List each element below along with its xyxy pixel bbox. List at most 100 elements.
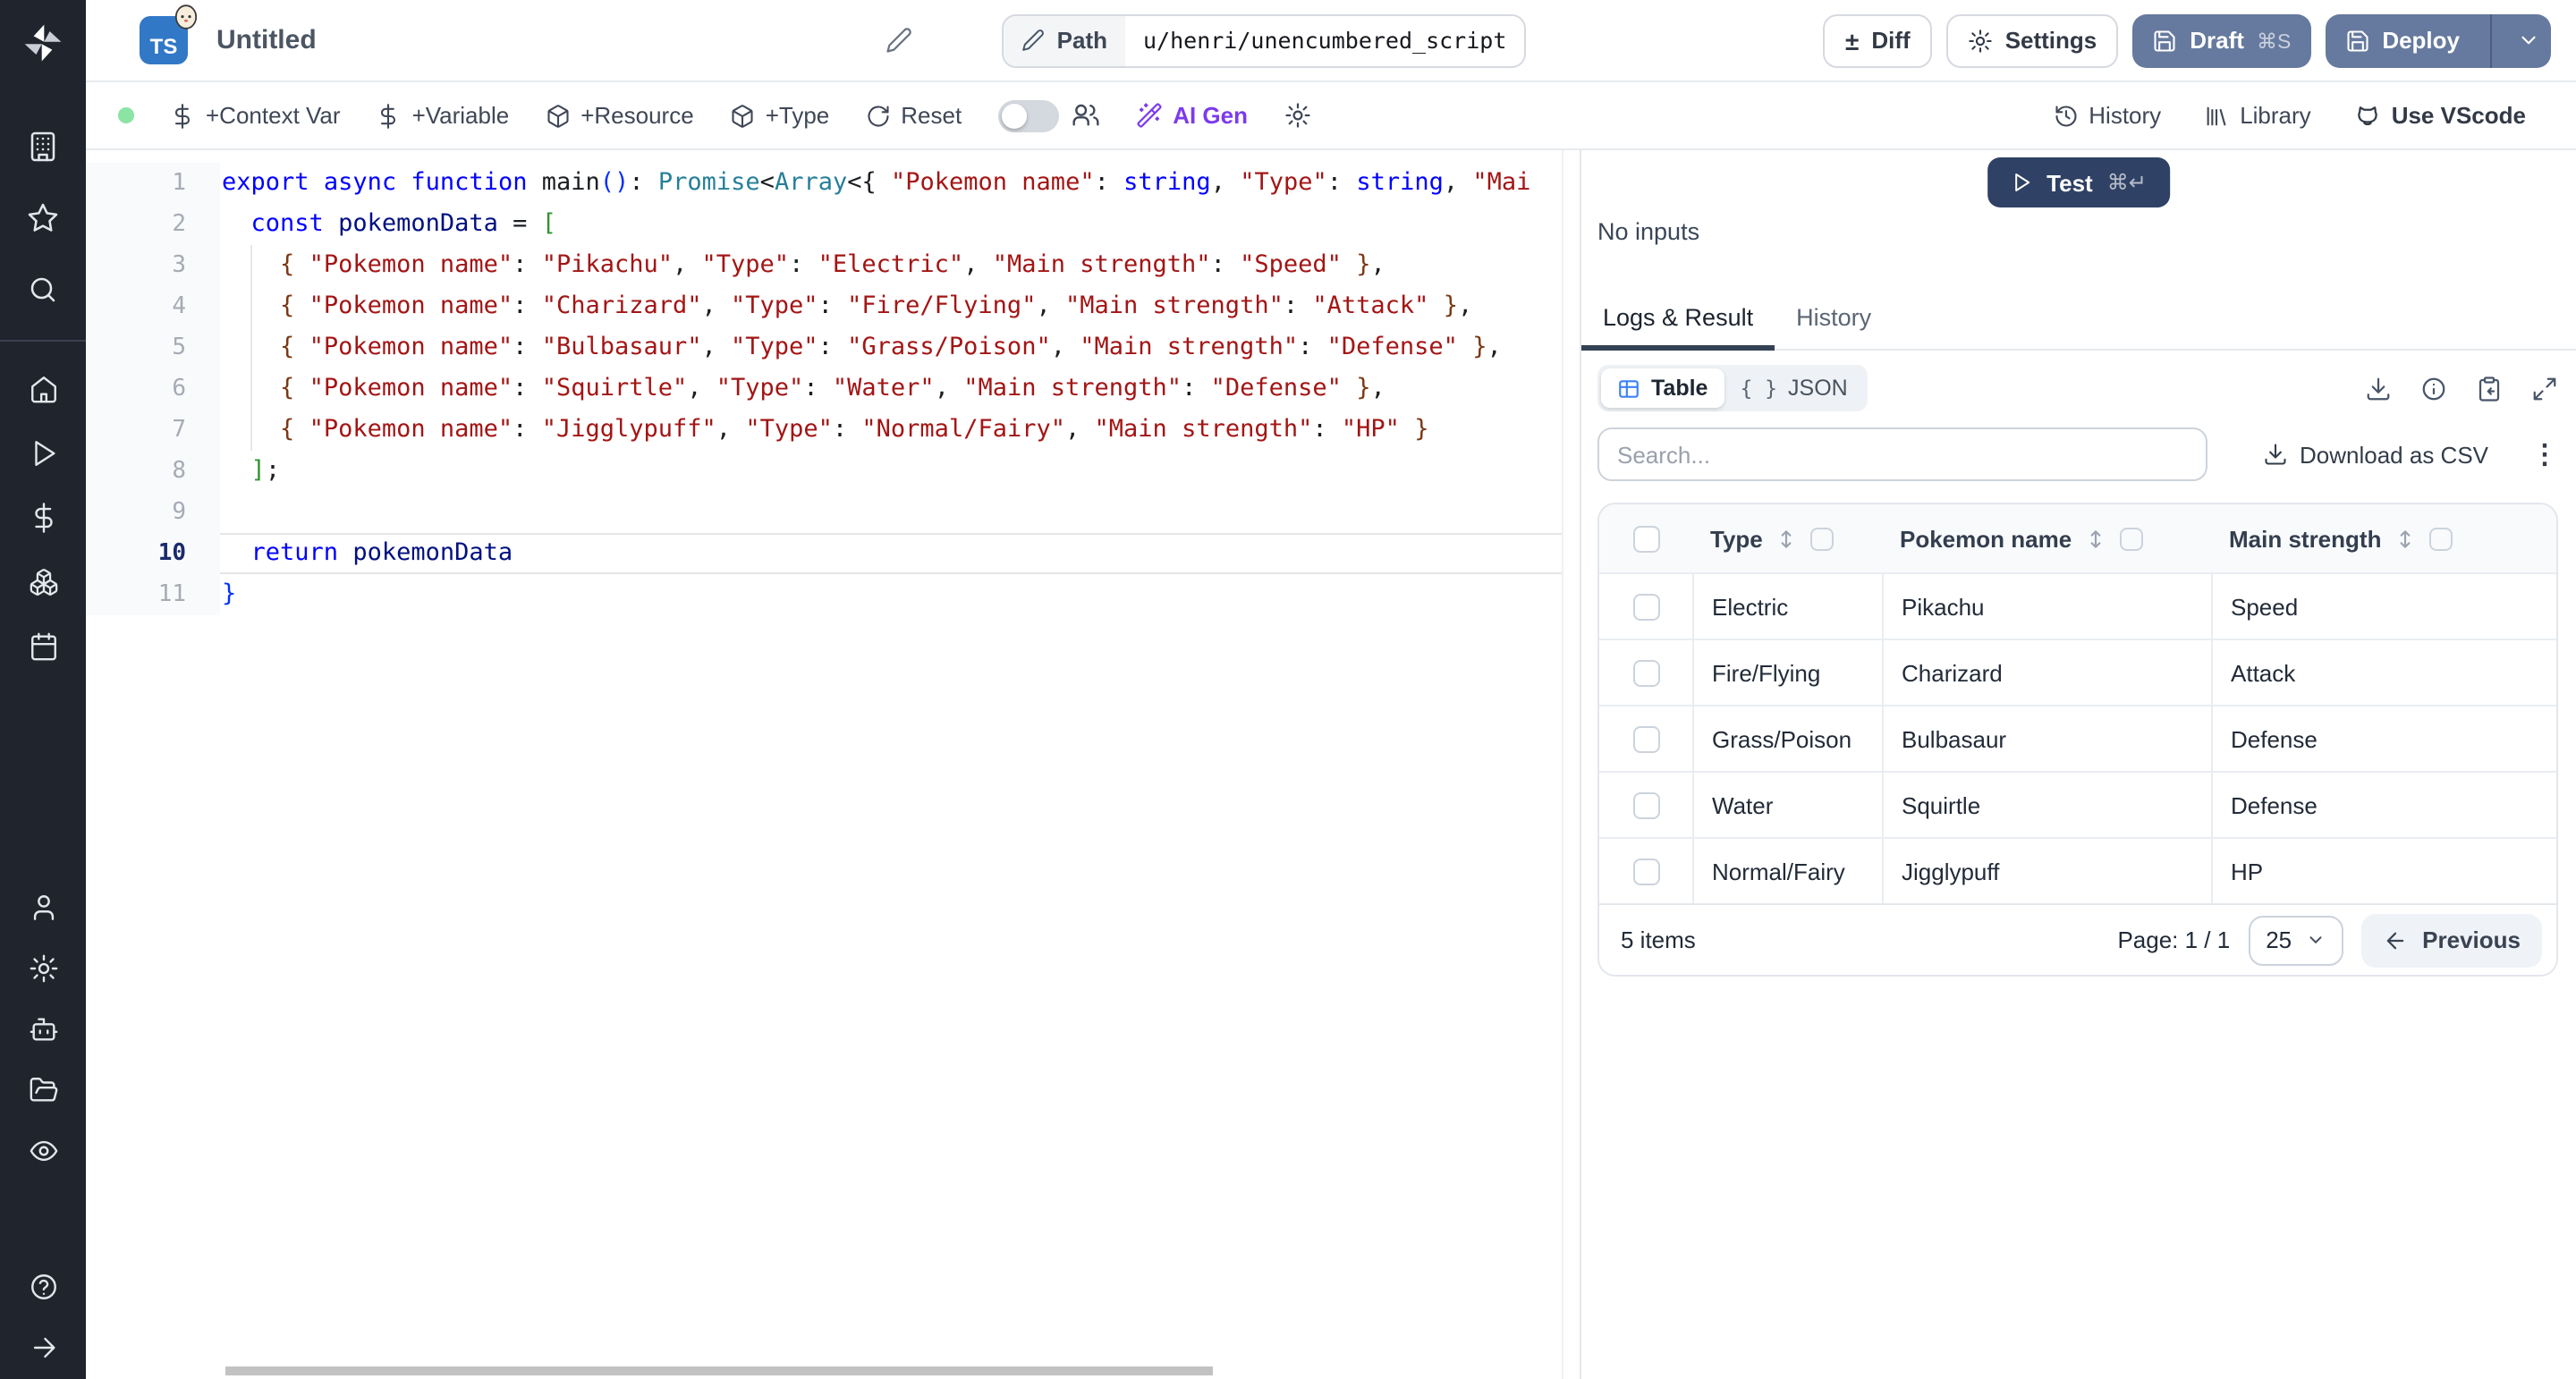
help-icon[interactable] xyxy=(18,1261,68,1311)
table-row[interactable]: WaterSquirtleDefense xyxy=(1599,771,2556,837)
library-button[interactable]: Library xyxy=(2204,102,2311,129)
table-cell: Fire/Flying xyxy=(1692,640,1882,705)
favorites-star-icon[interactable] xyxy=(18,193,68,243)
path-pill[interactable]: Path u/henri/unencumbered_script xyxy=(1002,13,1527,67)
code-line-content: { "Pokemon name": "Bulbasaur", "Type": "… xyxy=(220,327,1580,368)
horizontal-scrollbar[interactable] xyxy=(225,1366,1213,1375)
settings-button[interactable]: Settings xyxy=(1946,13,2119,67)
table-row[interactable]: Grass/PoisonBulbasaurDefense xyxy=(1599,705,2556,771)
code-line-6[interactable]: 6 { "Pokemon name": "Squirtle", "Type": … xyxy=(86,368,1580,410)
deploy-dropdown-button[interactable] xyxy=(2504,13,2551,67)
add-type-button[interactable]: +Type xyxy=(730,102,830,129)
select-all-checkbox[interactable] xyxy=(1632,525,1659,552)
view-table-segment[interactable]: Table xyxy=(1601,368,1724,408)
page-size-select[interactable]: 25 xyxy=(2248,915,2343,965)
column-header[interactable]: Pokemon name xyxy=(1882,525,2211,552)
row-checkbox[interactable] xyxy=(1632,593,1659,620)
table-row[interactable]: ElectricPikachuSpeed xyxy=(1599,572,2556,639)
add-resource-button[interactable]: +Resource xyxy=(545,102,693,129)
column-header-label: Type xyxy=(1710,525,1763,552)
code-line-1[interactable]: 1export async function main(): Promise<A… xyxy=(86,163,1580,204)
use-vscode-button[interactable]: Use VScode xyxy=(2354,102,2526,129)
column-filter-toggle[interactable] xyxy=(2429,527,2453,550)
pencil-icon xyxy=(1021,29,1045,52)
audit-logs-eye-icon[interactable] xyxy=(18,1125,68,1175)
table-menu-kebab-button[interactable]: ⋮ xyxy=(2531,441,2558,468)
script-emoji xyxy=(172,2,200,30)
expand-sidebar-arrow-icon[interactable] xyxy=(18,1322,68,1372)
variables-dollar-icon[interactable] xyxy=(18,492,68,542)
code-line-9[interactable]: 9 xyxy=(86,492,1580,533)
table-cell: Grass/Poison xyxy=(1692,706,1882,771)
pencil-icon xyxy=(886,27,912,54)
column-filter-toggle[interactable] xyxy=(1811,527,1835,550)
table-cell: Speed xyxy=(2211,574,2556,639)
code-line-3[interactable]: 3 { "Pokemon name": "Pikachu", "Type": "… xyxy=(86,245,1580,286)
sort-icon[interactable] xyxy=(1775,527,1799,550)
tab-history[interactable]: History xyxy=(1775,290,1893,351)
search-icon[interactable] xyxy=(18,265,68,315)
code-line-10[interactable]: 10 return pokemonData xyxy=(86,533,1580,574)
view-json-segment[interactable]: { } JSON xyxy=(1724,368,1863,408)
deploy-main[interactable]: Deploy xyxy=(2325,13,2478,67)
add-context-var-button[interactable]: +Context Var xyxy=(170,102,341,129)
resources-boxes-icon[interactable] xyxy=(18,556,68,606)
code-line-4[interactable]: 4 { "Pokemon name": "Charizard", "Type":… xyxy=(86,286,1580,327)
ai-gen-button[interactable]: AI Gen xyxy=(1135,102,1248,129)
sort-icon[interactable] xyxy=(2084,527,2107,550)
windmill-logo[interactable] xyxy=(18,18,68,68)
table-row[interactable]: Normal/FairyJigglypuffHP xyxy=(1599,837,2556,903)
folders-icon[interactable] xyxy=(18,1064,68,1114)
code-line-content: return pokemonData xyxy=(220,533,1580,574)
deploy-button[interactable]: Deploy xyxy=(2325,13,2551,67)
code-line-5[interactable]: 5 { "Pokemon name": "Bulbasaur", "Type":… xyxy=(86,327,1580,368)
row-checkbox[interactable] xyxy=(1632,659,1659,686)
row-checkbox[interactable] xyxy=(1632,858,1659,884)
search-input[interactable] xyxy=(1597,427,2207,481)
sidebar xyxy=(0,0,86,1379)
runs-play-icon[interactable] xyxy=(18,427,68,478)
package-icon xyxy=(730,103,755,128)
result-info-button[interactable] xyxy=(2420,375,2447,402)
column-header[interactable]: Main strength xyxy=(2211,525,2556,552)
code-line-2[interactable]: 2 const pokemonData = [ xyxy=(86,204,1580,245)
draft-button[interactable]: Draft ⌘S xyxy=(2132,13,2310,67)
reset-button[interactable]: Reset xyxy=(865,102,962,129)
code-line-11[interactable]: 11} xyxy=(86,574,1580,615)
copy-result-button[interactable] xyxy=(2476,375,2503,402)
home-icon[interactable] xyxy=(18,363,68,413)
previous-page-button[interactable]: Previous xyxy=(2361,913,2542,967)
download-csv-button[interactable]: Download as CSV xyxy=(2251,439,2499,470)
edit-summary-button[interactable] xyxy=(886,27,912,54)
code-line-7[interactable]: 7 { "Pokemon name": "Jigglypuff", "Type"… xyxy=(86,410,1580,451)
line-number: 6 xyxy=(86,368,220,410)
download-result-button[interactable] xyxy=(2365,375,2392,402)
play-icon xyxy=(2011,172,2032,193)
chevron-down-icon xyxy=(2306,930,2326,950)
diff-mode-toggle[interactable] xyxy=(997,99,1058,131)
tab-logs-result[interactable]: Logs & Result xyxy=(1581,290,1775,351)
table-cell: Charizard xyxy=(1882,640,2211,705)
table-row[interactable]: Fire/FlyingCharizardAttack xyxy=(1599,639,2556,705)
code-editor[interactable]: 1export async function main(): Promise<A… xyxy=(86,150,1580,1379)
users-person-icon[interactable] xyxy=(18,882,68,932)
schedules-calendar-icon[interactable] xyxy=(18,621,68,671)
row-checkbox[interactable] xyxy=(1632,791,1659,818)
language-badge: TS xyxy=(140,16,188,64)
history-button[interactable]: History xyxy=(2053,102,2161,129)
column-header[interactable]: Type xyxy=(1692,525,1882,552)
sort-icon[interactable] xyxy=(2394,527,2417,550)
settings-gear-icon[interactable] xyxy=(18,943,68,993)
package-icon xyxy=(545,103,570,128)
test-button[interactable]: Test ⌘↵ xyxy=(1987,157,2170,207)
editor-settings-gear-button[interactable] xyxy=(1284,102,1310,129)
code-line-8[interactable]: 8 ]; xyxy=(86,451,1580,492)
column-filter-toggle[interactable] xyxy=(2120,527,2143,550)
add-variable-button[interactable]: +Variable xyxy=(377,102,510,129)
diff-button[interactable]: ± Diff xyxy=(1824,13,1932,67)
workspace-building-icon[interactable] xyxy=(18,122,68,172)
workers-robot-icon[interactable] xyxy=(18,1003,68,1053)
ai-gen-label: AI Gen xyxy=(1173,102,1248,129)
row-checkbox[interactable] xyxy=(1632,725,1659,752)
expand-result-button[interactable] xyxy=(2531,375,2558,402)
